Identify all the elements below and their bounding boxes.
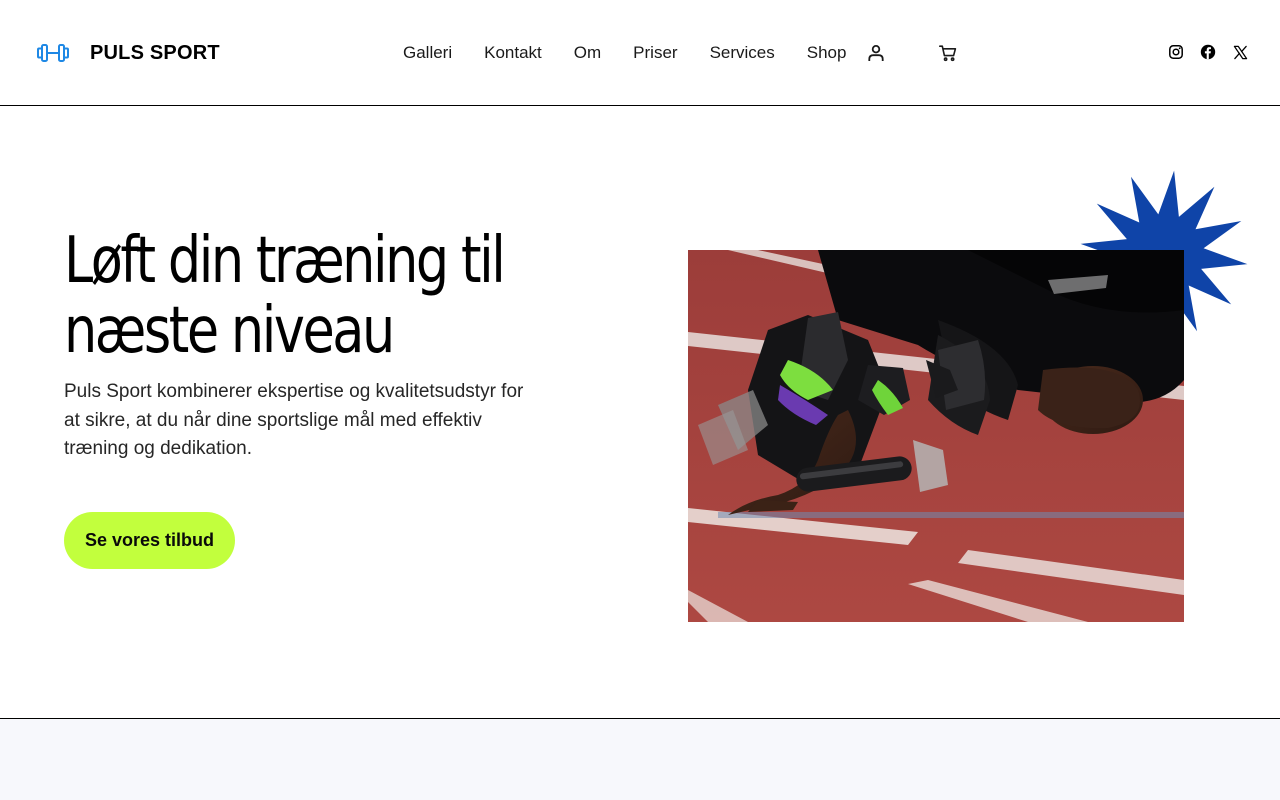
instagram-link[interactable]	[1167, 43, 1185, 61]
nav-link-kontakt[interactable]: Kontakt	[484, 41, 542, 65]
see-offers-button[interactable]: Se vores tilbud	[64, 512, 235, 569]
hero-title: Løft din træning til næste niveau	[64, 226, 534, 366]
nav-link-om[interactable]: Om	[574, 41, 601, 65]
facebook-link[interactable]	[1199, 43, 1217, 61]
nav-link-services[interactable]: Services	[710, 41, 775, 65]
user-icon	[868, 44, 884, 61]
nav-link-shop[interactable]: Shop	[807, 41, 847, 65]
instagram-icon	[1169, 45, 1183, 59]
hero-description: Puls Sport kombinerer ekspertise og kval…	[64, 381, 524, 459]
cart-button[interactable]	[937, 42, 959, 64]
nav-link-galleri[interactable]: Galleri	[403, 41, 452, 65]
runner-starting-blocks-photo	[688, 250, 1184, 622]
brand-link[interactable]: PULS SPORT	[36, 36, 220, 70]
nav-link-priser[interactable]: Priser	[633, 41, 677, 65]
main-nav: Galleri Kontakt Om Priser Services Shop	[403, 41, 846, 65]
dumbbell-icon	[37, 44, 69, 62]
account-button[interactable]	[865, 42, 887, 64]
facebook-icon	[1200, 44, 1216, 60]
site-header: PULS SPORT Galleri Kontakt Om Priser Ser…	[0, 0, 1280, 106]
cart-icon	[939, 45, 957, 62]
x-icon	[1233, 45, 1247, 59]
next-section-band	[0, 718, 1280, 800]
hero-title-line-1: Løft din træning til	[64, 224, 506, 298]
brand-name: PULS SPORT	[90, 41, 220, 64]
x-link[interactable]	[1231, 43, 1249, 61]
hero-title-line-2: næste niveau	[64, 294, 395, 368]
